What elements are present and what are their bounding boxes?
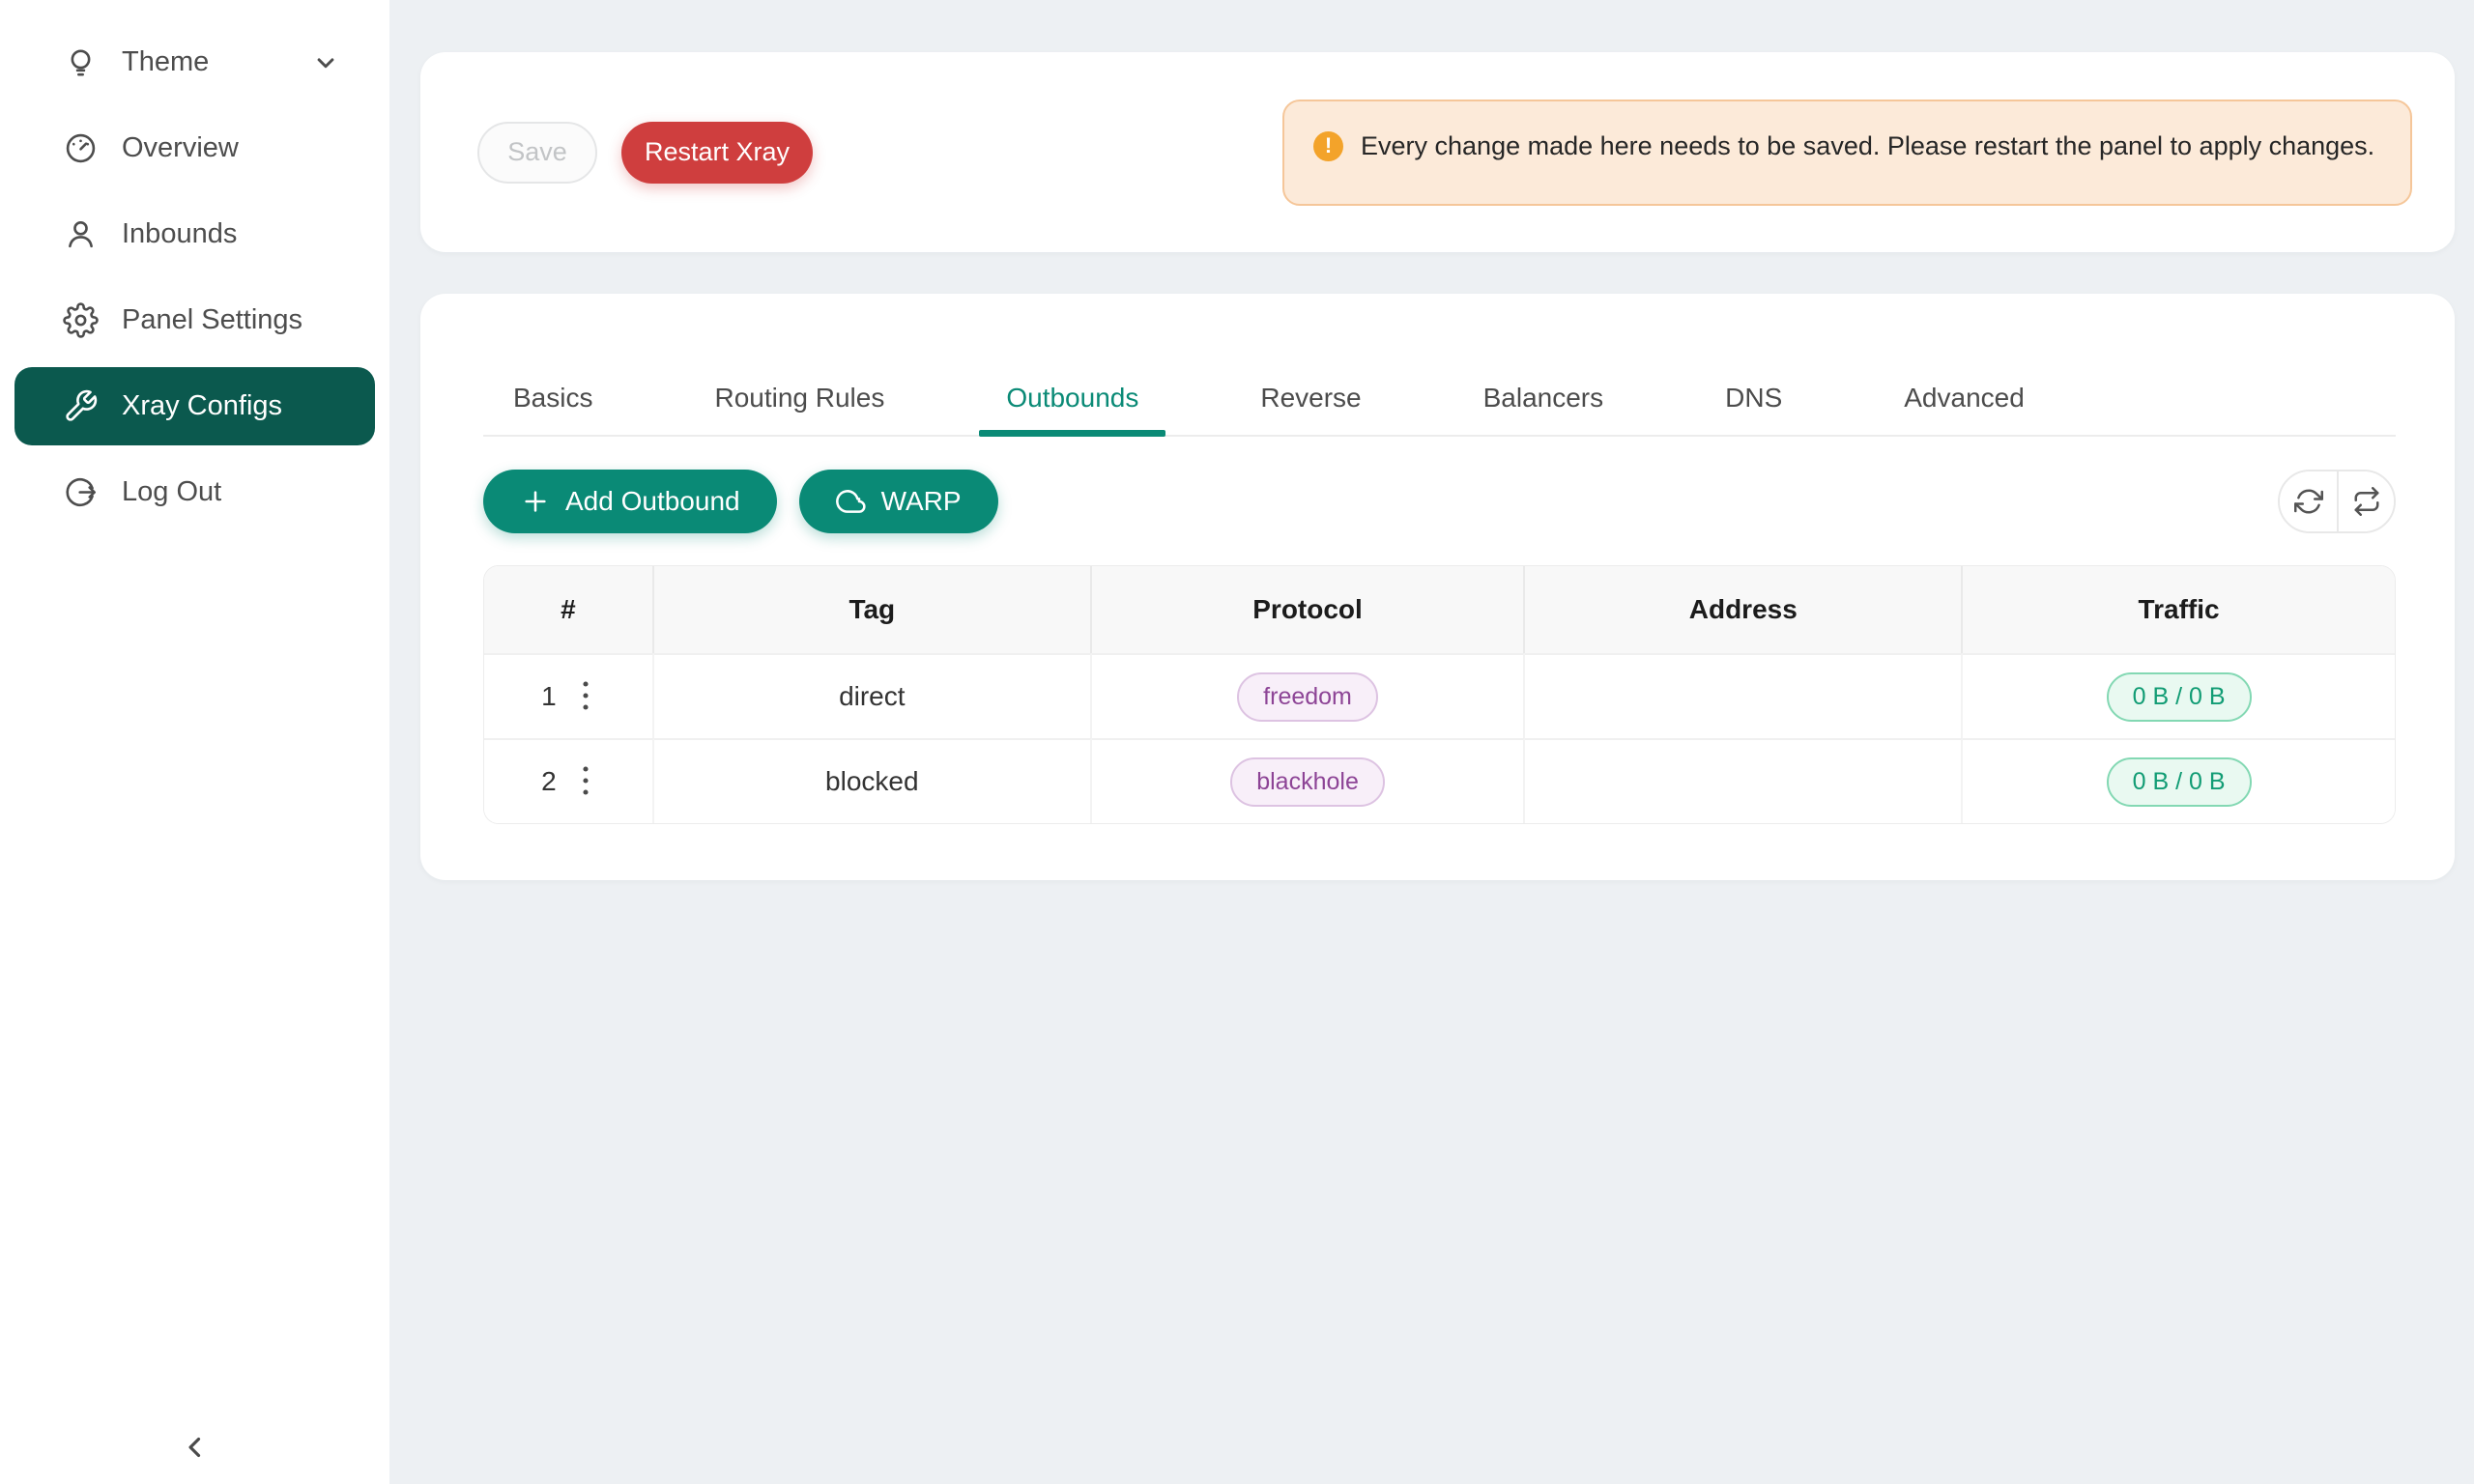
- column-header-tag: Tag: [654, 566, 1092, 653]
- action-buttons: Save Restart Xray: [477, 122, 813, 184]
- chevron-down-icon: [311, 48, 340, 77]
- sidebar-item-label: Overview: [122, 132, 239, 164]
- main-content: Save Restart Xray ! Every change made he…: [389, 0, 2474, 1484]
- kebab-menu-icon: [580, 678, 591, 716]
- row-index: 2: [541, 766, 557, 797]
- cloud-icon: [836, 486, 867, 517]
- protocol-badge: blackhole: [1230, 757, 1385, 807]
- warning-alert: ! Every change made here needs to be sav…: [1282, 100, 2412, 206]
- sidebar-item-label: Xray Configs: [122, 390, 282, 422]
- exclamation-circle-icon: !: [1313, 131, 1343, 161]
- sidebar-item-label: Log Out: [122, 476, 221, 508]
- row-menu-button[interactable]: [576, 759, 595, 805]
- address-cell: [1525, 738, 1963, 823]
- column-header-traffic: Traffic: [1963, 566, 2395, 653]
- table-actions-group: [2278, 470, 2396, 533]
- column-header-index: #: [484, 566, 654, 653]
- tab-dns[interactable]: DNS: [1725, 383, 1782, 435]
- column-header-protocol: Protocol: [1092, 566, 1526, 653]
- tag-cell: blocked: [654, 738, 1092, 823]
- table-header-row: # Tag Protocol Address Traffic: [484, 566, 2395, 653]
- protocol-badge: freedom: [1237, 672, 1378, 722]
- sidebar-item-label: Inbounds: [122, 218, 237, 250]
- kebab-menu-icon: [580, 763, 591, 801]
- lightbulb-icon: [63, 44, 99, 80]
- tab-reverse[interactable]: Reverse: [1260, 383, 1361, 435]
- gear-icon: [63, 302, 99, 338]
- sidebar-item-log-out[interactable]: Log Out: [14, 453, 375, 531]
- tab-bar: Basics Routing Rules Outbounds Reverse B…: [483, 294, 2396, 437]
- warning-alert-text: Every change made here needs to be saved…: [1361, 127, 2374, 167]
- xray-configs-card: Basics Routing Rules Outbounds Reverse B…: [420, 294, 2455, 880]
- user-icon: [63, 216, 99, 252]
- logout-icon: [63, 474, 99, 510]
- sidebar-item-label: Panel Settings: [122, 304, 302, 336]
- warp-label: WARP: [881, 486, 962, 517]
- outbounds-table: # Tag Protocol Address Traffic 1: [483, 565, 2396, 824]
- tag-cell: direct: [654, 653, 1092, 738]
- tab-outbounds[interactable]: Outbounds: [1006, 383, 1138, 435]
- traffic-badge: 0 B / 0 B: [2107, 757, 2252, 807]
- plus-icon: [520, 486, 551, 517]
- sidebar-item-theme[interactable]: Theme: [14, 23, 375, 101]
- traffic-badge: 0 B / 0 B: [2107, 672, 2252, 722]
- tab-balancers[interactable]: Balancers: [1483, 383, 1604, 435]
- table-row: 2 blocked blackhole 0 B / 0 B: [484, 738, 2395, 823]
- row-menu-button[interactable]: [576, 674, 595, 720]
- wrench-icon: [63, 388, 99, 424]
- chevron-left-icon: [179, 1431, 212, 1469]
- sidebar-item-panel-settings[interactable]: Panel Settings: [14, 281, 375, 359]
- reset-default-button[interactable]: [2337, 471, 2394, 531]
- refresh-icon: [2294, 487, 2323, 516]
- repeat-icon: [2352, 487, 2381, 516]
- gauge-icon: [63, 130, 99, 166]
- warp-button[interactable]: WARP: [799, 470, 998, 533]
- tab-advanced[interactable]: Advanced: [1904, 383, 2025, 435]
- restart-xray-button[interactable]: Restart Xray: [621, 122, 813, 184]
- sidebar-item-overview[interactable]: Overview: [14, 109, 375, 187]
- column-header-address: Address: [1525, 566, 1963, 653]
- sidebar: Theme Overview Inbounds Panel Settings X…: [0, 0, 389, 1484]
- sidebar-item-xray-configs[interactable]: Xray Configs: [14, 367, 375, 445]
- save-button[interactable]: Save: [477, 122, 597, 184]
- actions-card: Save Restart Xray ! Every change made he…: [420, 52, 2455, 252]
- tab-basics[interactable]: Basics: [513, 383, 592, 435]
- add-outbound-label: Add Outbound: [565, 486, 740, 517]
- sidebar-collapse-button[interactable]: [0, 1431, 389, 1469]
- table-row: 1 direct freedom 0 B / 0 B: [484, 653, 2395, 738]
- sidebar-item-label: Theme: [122, 46, 209, 78]
- tab-routing-rules[interactable]: Routing Rules: [714, 383, 884, 435]
- refresh-button[interactable]: [2280, 471, 2337, 531]
- add-outbound-button[interactable]: Add Outbound: [483, 470, 777, 533]
- row-index: 1: [541, 681, 557, 712]
- sidebar-item-inbounds[interactable]: Inbounds: [14, 195, 375, 273]
- outbounds-toolbar: Add Outbound WARP: [483, 470, 2396, 533]
- address-cell: [1525, 653, 1963, 738]
